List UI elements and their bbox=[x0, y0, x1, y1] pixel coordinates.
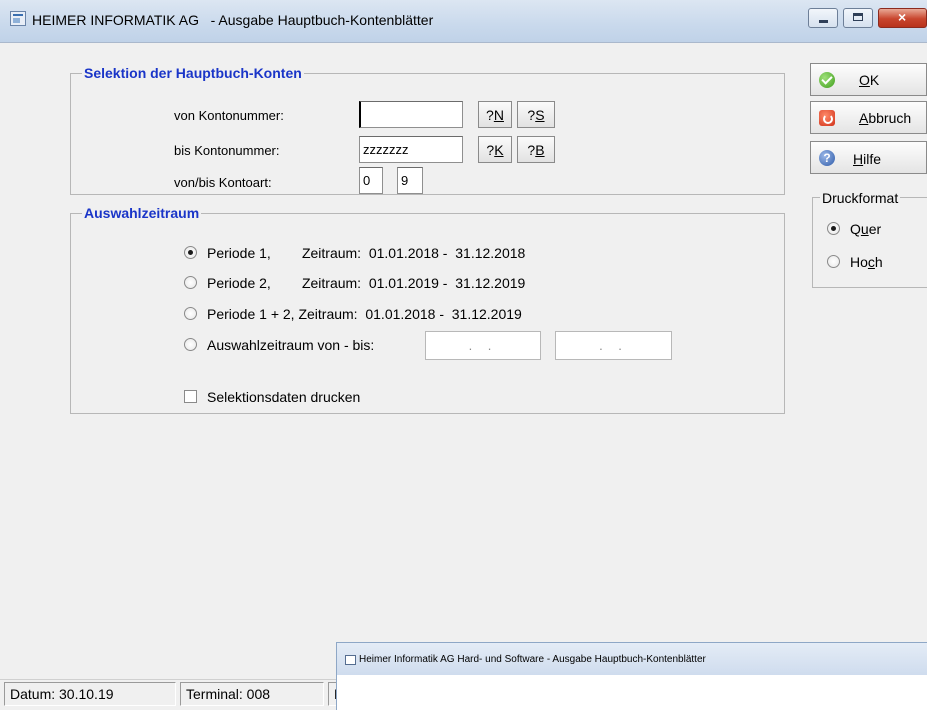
search-s-button[interactable]: ?S bbox=[517, 101, 555, 128]
abbruch-label: bbruch bbox=[868, 110, 912, 126]
window-icon bbox=[345, 655, 356, 665]
search-n-button[interactable]: ?N bbox=[478, 101, 512, 128]
hoch-label-post: h bbox=[874, 254, 883, 270]
periode-1-label: Periode 1, Zeitraum: 01.01.2018 - 31.12.… bbox=[207, 245, 526, 261]
quer-label: Quer bbox=[850, 221, 881, 237]
check-icon bbox=[819, 72, 835, 88]
hoch-accel: c bbox=[867, 254, 875, 270]
periode-1-radio[interactable] bbox=[184, 246, 197, 259]
zeitraum-group-title: Auswahlzeitraum bbox=[82, 205, 202, 221]
sub-window-title-bar[interactable]: Heimer Informatik AG Hard- und Software … bbox=[337, 643, 927, 675]
ok-label: K bbox=[869, 72, 880, 88]
hoch-radio[interactable] bbox=[827, 255, 840, 268]
auswahlzeitraum-label: Auswahlzeitraum von - bis: bbox=[207, 337, 375, 353]
hilfe-accel: H bbox=[853, 151, 864, 167]
search-n-prefix: ? bbox=[486, 107, 494, 123]
selektionsdaten-label: Selektionsdaten drucken bbox=[207, 389, 361, 405]
date-to-input[interactable]: . . bbox=[555, 331, 672, 360]
periode-1-2-radio[interactable] bbox=[184, 307, 197, 320]
window-title: HEIMER INFORMATIK AG - Ausgabe Hauptbuch… bbox=[32, 12, 434, 28]
von-kontonummer-label: von Kontonummer: bbox=[174, 108, 284, 123]
search-n-key: N bbox=[493, 107, 504, 123]
search-k-button[interactable]: ?K bbox=[478, 136, 512, 163]
bis-kontonummer-input[interactable]: zzzzzzz bbox=[359, 136, 463, 163]
quer-radio[interactable] bbox=[827, 222, 840, 235]
sub-window[interactable]: Heimer Informatik AG Hard- und Software … bbox=[336, 642, 927, 710]
title-bar[interactable]: HEIMER INFORMATIK AG - Ausgabe Hauptbuch… bbox=[0, 0, 927, 43]
power-icon bbox=[819, 110, 835, 126]
selektionsdaten-checkbox[interactable] bbox=[184, 390, 197, 403]
hoch-label: Hoch bbox=[850, 254, 883, 270]
sub-window-title: Heimer Informatik AG Hard- und Software … bbox=[359, 654, 706, 665]
druckformat-group bbox=[812, 197, 927, 288]
quer-label-post: er bbox=[868, 221, 882, 237]
kontoart-label: von/bis Kontoart: bbox=[174, 175, 272, 190]
periode-1-2-label: Periode 1 + 2, Zeitraum: 01.01.2018 - 31… bbox=[207, 306, 522, 322]
bis-kontonummer-label: bis Kontonummer: bbox=[174, 143, 280, 158]
help-icon: ? bbox=[819, 150, 835, 166]
hilfe-button[interactable]: ? Hilfe bbox=[810, 141, 927, 174]
close-icon: × bbox=[898, 9, 907, 25]
abbruch-button[interactable]: Abbruch bbox=[810, 101, 927, 134]
minimize-button[interactable] bbox=[808, 8, 838, 28]
app-icon bbox=[10, 11, 26, 26]
von-kontonummer-input[interactable] bbox=[359, 101, 463, 128]
status-terminal: Terminal: 008 bbox=[180, 682, 324, 706]
periode-2-radio[interactable] bbox=[184, 276, 197, 289]
kontoart-von-input[interactable]: 0 bbox=[359, 167, 383, 194]
ok-accel: O bbox=[859, 72, 870, 88]
selektion-group-title: Selektion der Hauptbuch-Konten bbox=[82, 65, 304, 81]
search-b-key: B bbox=[535, 142, 545, 158]
hoch-label-pre: Ho bbox=[850, 254, 868, 270]
hilfe-label: ilfe bbox=[863, 151, 882, 167]
date-from-input[interactable]: . . bbox=[425, 331, 541, 360]
quer-label-pre: Q bbox=[850, 221, 861, 237]
status-datum: Datum: 30.10.19 bbox=[4, 682, 176, 706]
quer-accel: u bbox=[860, 221, 869, 237]
close-button[interactable]: × bbox=[878, 8, 927, 28]
abbruch-accel: A bbox=[859, 110, 869, 126]
druckformat-title: Druckformat bbox=[820, 190, 901, 206]
ok-button[interactable]: OK bbox=[810, 63, 927, 96]
search-s-key: S bbox=[535, 107, 545, 123]
kontoart-bis-input[interactable]: 9 bbox=[397, 167, 423, 194]
maximize-button[interactable] bbox=[843, 8, 873, 28]
search-b-button[interactable]: ?B bbox=[517, 136, 555, 163]
auswahlzeitraum-radio[interactable] bbox=[184, 338, 197, 351]
periode-2-label: Periode 2, Zeitraum: 01.01.2019 - 31.12.… bbox=[207, 275, 526, 291]
search-k-key: K bbox=[494, 142, 504, 158]
